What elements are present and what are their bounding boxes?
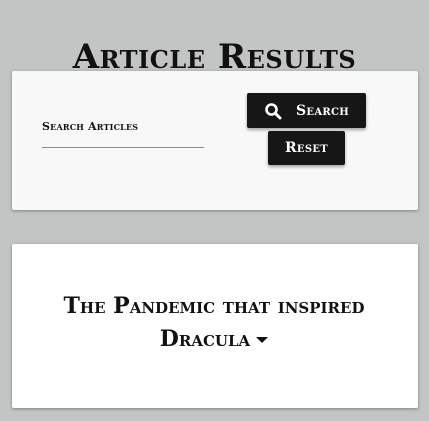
search-button[interactable]: Search xyxy=(247,93,366,128)
reset-button[interactable]: Reset xyxy=(268,131,345,165)
search-button-label: Search xyxy=(295,102,349,119)
article-title-toggle[interactable]: The Pandemic that inspired Dracula xyxy=(30,290,398,356)
search-label: Search Articles xyxy=(42,120,139,133)
caret-down-icon xyxy=(256,337,269,343)
article-title: The Pandemic that inspired Dracula xyxy=(63,293,365,352)
search-card: Search Articles Search Reset xyxy=(12,71,418,210)
search-icon xyxy=(264,102,282,120)
search-input[interactable] xyxy=(42,135,204,148)
reset-button-label: Reset xyxy=(284,140,329,156)
article-card: The Pandemic that inspired Dracula xyxy=(12,244,418,408)
